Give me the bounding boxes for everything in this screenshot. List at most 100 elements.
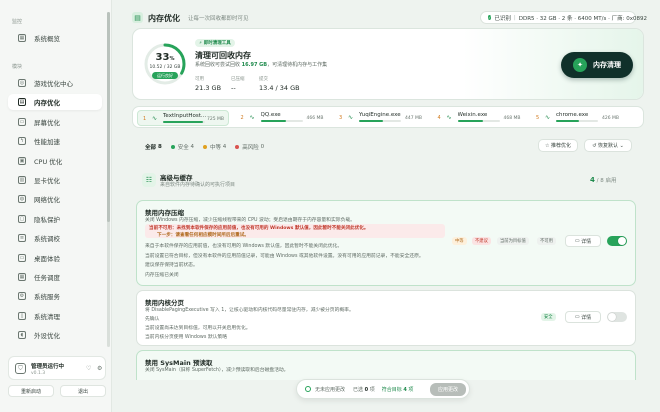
pending-status: 无未应用更改 xyxy=(315,386,346,393)
process-item[interactable]: 5 ∿ chrome.exe 426 MB xyxy=(531,110,623,126)
stat-available: 可用 21.3 GB xyxy=(195,77,222,92)
sidebar-item-memory[interactable]: ▤ 内存优化 xyxy=(8,94,102,111)
sidebar-item-label: 性能加速 xyxy=(34,138,60,147)
recommend-button[interactable]: ☆ 推荐优化 xyxy=(538,139,578,152)
restore-default-button[interactable]: ↺ 恢复默认 ⌄ xyxy=(584,139,632,152)
category-count: 4 / 8 启用 xyxy=(590,176,617,184)
gear-icon[interactable]: ⚙ xyxy=(97,365,102,372)
process-memory: 468 MB xyxy=(503,116,521,121)
sidebar-item-gpu[interactable]: ▥ 显卡优化 xyxy=(8,172,102,188)
bolt-icon: ⚡ xyxy=(199,40,203,46)
shield-icon: ⛉ xyxy=(15,363,26,374)
details-button[interactable]: ▭ 详情 xyxy=(565,235,601,247)
memory-icon: ▤ xyxy=(18,98,26,107)
process-memory-bar xyxy=(163,121,205,123)
sidebar-scrollbar-thumb[interactable] xyxy=(107,12,110,222)
sidebar-item-label: 任务调度 xyxy=(34,274,60,282)
hero-title: 清理可回收内存 xyxy=(195,51,251,60)
status-dot-icon xyxy=(305,386,311,392)
calendar-icon: ▦ xyxy=(18,273,26,281)
sliders-icon: ≡ xyxy=(18,234,26,243)
sidebar-item-sliders[interactable]: ≡ 系统调校 xyxy=(8,230,102,246)
top-process-list: 1 ∿ TextInputHost... 725 MB 2 ∿ QQ.exe 466 MB 3 ∿… xyxy=(132,106,644,128)
stat-compressed: 已压缩 -- xyxy=(231,77,245,92)
sidebar-item-label: 网络优化 xyxy=(34,196,60,205)
page-title: 内存优化 xyxy=(148,14,180,23)
process-rank: 5 xyxy=(536,115,540,121)
check-icon: ✓ xyxy=(488,15,492,20)
sidebar-item-label: 内存优化 xyxy=(34,99,60,108)
sidebar-item-bolt[interactable]: ϟ 性能加速 xyxy=(8,133,102,149)
selected-count: 已选 0 项 xyxy=(353,386,375,393)
process-rank: 3 xyxy=(339,115,343,121)
app-window: 监控 ▦ 系统概览 模块 ◎ 游戏优化中心 ▤ 内存优化 ▭ 屏幕优化 ϟ 性能加速 ▣ CPU … xyxy=(0,0,660,412)
sidebar-item-globe[interactable]: ◍ 网络优化 xyxy=(8,191,102,207)
sidebar-item-calendar[interactable]: ▦ 任务调度 xyxy=(8,269,102,285)
restart-button[interactable]: 重新启动 xyxy=(8,385,54,397)
availability-tag: 不可用 xyxy=(537,237,556,245)
sidebar-item-overview[interactable]: ▦ 系统概览 xyxy=(8,30,102,46)
sidebar-item-label: CPU 优化 xyxy=(34,157,63,166)
filter-medium[interactable]: 中等 4 xyxy=(203,143,226,151)
trash-icon: ▯ xyxy=(18,311,26,320)
sidebar-item-gear[interactable]: ⚙ 系统服务 xyxy=(8,288,102,304)
sidebar: 监控 ▦ 系统概览 模块 ◎ 游戏优化中心 ▤ 内存优化 ▭ 屏幕优化 ϟ 性能加速 ▣ CPU … xyxy=(0,0,112,412)
process-name: YuqiEngine.exe xyxy=(359,112,401,118)
option-card-disable-memory-compression: 禁用内存压缩 关闭 Windows 内存压缩，减少压缩线程带来的 CPU 波动；… xyxy=(136,200,636,286)
lock-icon: ▢ xyxy=(18,214,26,223)
apply-changes-bar: 无未应用更改 已选 0 项 符合目标 4 项 应用更改 xyxy=(296,379,470,399)
document-icon: ▭ xyxy=(574,314,580,320)
gamepad-icon: ◎ xyxy=(18,79,26,87)
chevron-down-icon: ⌄ xyxy=(619,142,624,149)
sidebar-item-gamepad[interactable]: ◎ 游戏优化中心 xyxy=(8,75,102,91)
option-card-disable-sysmain: 禁用 SysMain 预读取 关闭 SysMain（旧称 SuperFetch）… xyxy=(136,350,636,380)
exit-button[interactable]: 退出 xyxy=(60,385,106,397)
match-count: 符合目标 4 项 xyxy=(381,386,414,393)
sidebar-item-label: 系统调校 xyxy=(34,235,60,244)
sidebar-item-lock[interactable]: ▢ 隐私保护 xyxy=(8,211,102,227)
sidebar-item-monitor[interactable]: ▭ 屏幕优化 xyxy=(8,114,102,130)
sidebar-item-trash[interactable]: ▯ 系统清理 xyxy=(8,308,102,324)
optimization-list: ☷ 高级与缓存 来自软件内存待确认的可执行项目 4 / 8 启用 禁用内存压缩 … xyxy=(132,160,644,380)
activity-icon: ∿ xyxy=(446,114,452,121)
process-memory: 426 MB xyxy=(602,116,619,121)
process-item[interactable]: 1 ∿ TextInputHost... 725 MB xyxy=(137,110,229,126)
gpu-icon: ▥ xyxy=(18,176,26,184)
process-memory-bar xyxy=(359,120,401,122)
admin-status-card: ⛉ 管理员运行中 v0.1.3 ♡ ⚙ xyxy=(8,356,106,380)
process-name: TextInputHost... xyxy=(163,113,207,119)
admin-title: 管理员运行中 xyxy=(31,364,65,370)
details-button[interactable]: ▭ 详情 xyxy=(565,311,601,323)
cache-icon: ☷ xyxy=(142,173,156,187)
process-item[interactable]: 3 ∿ YuqiEngine.exe 447 MB xyxy=(334,110,426,126)
memory-clean-button[interactable]: ✦ 内存清理 xyxy=(561,52,633,78)
globe-icon: ◍ xyxy=(18,195,26,204)
filter-safe[interactable]: 安全 4 xyxy=(170,143,194,151)
option-toggle[interactable] xyxy=(607,312,627,322)
filter-all[interactable]: 全部 8 xyxy=(145,143,162,151)
sidebar-item-desktop[interactable]: ▭ 桌面体验 xyxy=(8,250,102,266)
heart-icon[interactable]: ♡ xyxy=(86,365,91,372)
section-label-modules: 模块 xyxy=(12,64,23,70)
state-tag: 当前为目标值 xyxy=(497,237,529,245)
sidebar-item-label: 外设优化 xyxy=(34,332,60,341)
activity-icon: ∿ xyxy=(152,115,158,122)
option-toggle[interactable] xyxy=(607,236,627,246)
process-item[interactable]: 4 ∿ Weixin.exe 468 MB xyxy=(433,110,525,126)
restore-icon: ↺ xyxy=(592,142,597,149)
filter-high[interactable]: 高风险 0 xyxy=(235,143,264,151)
sidebar-item-cpu[interactable]: ▣ CPU 优化 xyxy=(8,153,102,169)
hardware-info: DDR5 · 32 GB · 2 条 · 6400 MT/s · 厂商: 0x0… xyxy=(518,15,647,22)
memory-usage-ring: 33% 10.52 / 32 GB 运行良好 xyxy=(143,42,187,86)
process-item[interactable]: 2 ∿ QQ.exe 466 MB xyxy=(236,110,328,126)
mouse-icon: ◖ xyxy=(18,331,26,340)
page-subtitle: 让每一次回收都即时可见 xyxy=(188,16,249,22)
category-subtitle: 来自软件内存待确认的可执行项目 xyxy=(160,182,236,188)
sidebar-item-mouse[interactable]: ◖ 外设优化 xyxy=(8,327,102,343)
process-name: chrome.exe xyxy=(556,112,589,118)
apply-changes-button[interactable]: 应用更改 xyxy=(430,383,466,396)
bolt-icon: ϟ xyxy=(18,137,26,146)
sidebar-item-label: 桌面体验 xyxy=(34,254,60,263)
gear-icon: ⚙ xyxy=(18,292,26,301)
process-memory: 447 MB xyxy=(405,116,422,121)
